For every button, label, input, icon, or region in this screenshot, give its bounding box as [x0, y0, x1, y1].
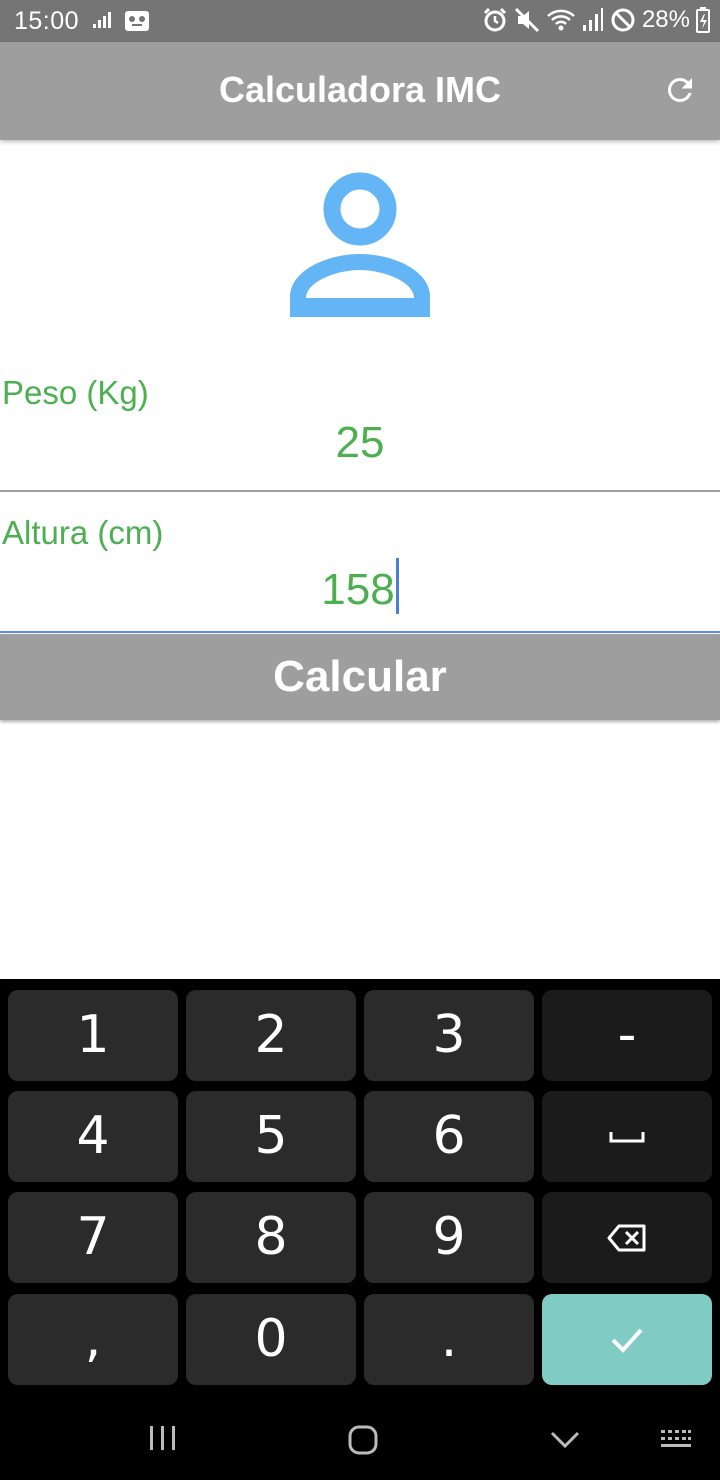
- key-minus[interactable]: -: [542, 990, 712, 1081]
- peso-label: Peso (Kg): [2, 374, 149, 411]
- back-button[interactable]: [550, 1429, 580, 1454]
- numeric-keyboard: 1 2 3 - 4 5 6 7 8 9 , 0 .: [0, 979, 720, 1395]
- altura-underline: [0, 631, 720, 633]
- peso-value: 25: [335, 418, 385, 467]
- peso-underline: [0, 490, 720, 492]
- key-period[interactable]: .: [364, 1294, 534, 1385]
- status-time: 15:00: [14, 7, 80, 35]
- wifi-icon: [547, 9, 575, 31]
- altura-input[interactable]: 158: [0, 558, 720, 615]
- key-8[interactable]: 8: [186, 1192, 356, 1283]
- altura-value: 158: [321, 565, 395, 614]
- home-icon: [348, 1425, 378, 1455]
- nav-bar: [0, 1395, 720, 1480]
- data-usage-icon: [93, 12, 111, 28]
- recent-apps-icon: [150, 1426, 175, 1450]
- key-2[interactable]: 2: [186, 990, 356, 1081]
- alarm-icon: [483, 7, 507, 32]
- do-not-disturb-icon: [611, 8, 635, 32]
- person-icon: [290, 172, 430, 317]
- space-icon: [609, 1131, 645, 1142]
- refresh-icon: [667, 77, 692, 102]
- key-3[interactable]: 3: [364, 990, 534, 1081]
- status-left-icons: [92, 10, 150, 32]
- altura-field[interactable]: Altura (cm) 158: [0, 500, 720, 634]
- calcular-button[interactable]: Calcular: [0, 634, 720, 720]
- peso-input[interactable]: 25: [0, 418, 720, 468]
- mute-icon: [514, 7, 540, 33]
- key-comma[interactable]: ,: [8, 1294, 178, 1385]
- altura-label: Altura (cm): [2, 514, 164, 551]
- text-caret: [395, 558, 399, 614]
- app-bar: Calculadora IMC: [0, 42, 720, 140]
- peso-field[interactable]: Peso (Kg) 25: [0, 360, 720, 493]
- recent-apps-button[interactable]: [148, 1425, 178, 1456]
- battery-icon: [696, 7, 710, 33]
- refresh-button[interactable]: [662, 72, 698, 108]
- key-1[interactable]: 1: [8, 990, 178, 1081]
- home-button[interactable]: [348, 1425, 378, 1460]
- voicemail-icon: [125, 11, 149, 31]
- key-backspace[interactable]: [542, 1192, 712, 1283]
- key-6[interactable]: 6: [364, 1091, 534, 1182]
- keyboard-switch-button[interactable]: [660, 1429, 692, 1454]
- key-0[interactable]: 0: [186, 1294, 356, 1385]
- backspace-icon: [607, 1224, 646, 1251]
- app-title: Calculadora IMC: [218, 69, 502, 110]
- signal-icon: [582, 8, 603, 31]
- key-9[interactable]: 9: [364, 1192, 534, 1283]
- back-icon: [550, 1431, 580, 1449]
- key-space[interactable]: [542, 1091, 712, 1182]
- checkmark-icon: [611, 1328, 643, 1353]
- key-5[interactable]: 5: [186, 1091, 356, 1182]
- key-4[interactable]: 4: [8, 1091, 178, 1182]
- battery-percent: 28%: [641, 6, 690, 33]
- key-7[interactable]: 7: [8, 1192, 178, 1283]
- key-enter[interactable]: [542, 1294, 712, 1385]
- status-right-icons: 28%: [482, 6, 710, 34]
- keyboard-switch-icon: [661, 1430, 691, 1447]
- status-bar: 15:00 28%: [0, 0, 720, 42]
